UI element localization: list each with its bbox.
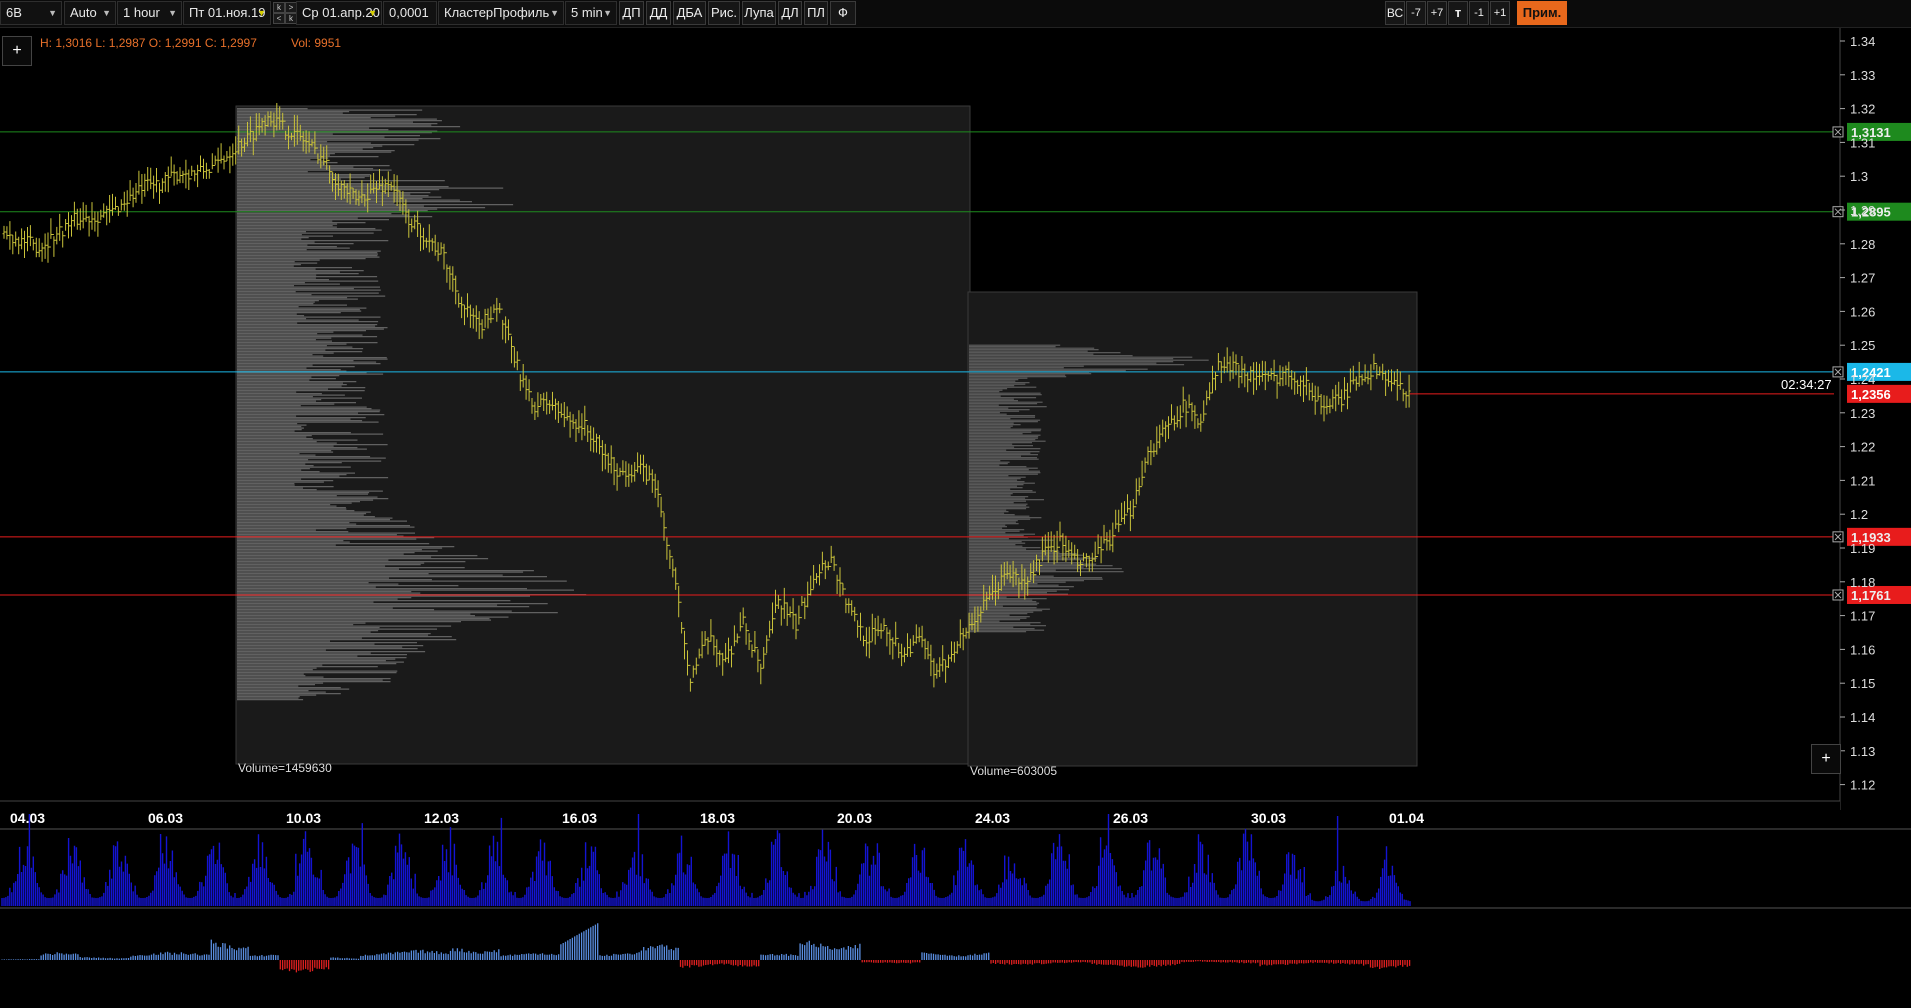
x-tick-label: 30.03 <box>1251 810 1286 826</box>
y-tick-label: 1.16 <box>1850 642 1875 657</box>
y-tick-label: 1.13 <box>1850 744 1875 759</box>
price-level-value: 1,1761 <box>1851 588 1891 603</box>
date-to-picker[interactable]: Ср 01.апр.20 ▼ <box>296 1 382 25</box>
ohlc-open: O: 1,2991 <box>148 36 202 50</box>
y-tick-label: 1.29 <box>1850 203 1875 218</box>
y-tick-label: 1.21 <box>1850 473 1875 488</box>
nav-first-button[interactable]: k <box>273 2 285 13</box>
y-tick-label: 1.17 <box>1850 609 1875 624</box>
scale-mode-select[interactable]: Auto ▼ <box>64 1 116 25</box>
y-tick-label: 1.15 <box>1850 676 1875 691</box>
volume-profile: Volume=1459630 <box>235 105 971 775</box>
timeframe-select[interactable]: 1 hour ▼ <box>117 1 182 25</box>
dl-button[interactable]: ДЛ <box>778 1 802 25</box>
delta-panel <box>1 923 1411 973</box>
instrument-select[interactable]: 6В ▼ <box>0 1 62 25</box>
x-tick-label: 16.03 <box>562 810 597 826</box>
ohlc-volume: Vol: 9951 <box>291 36 342 50</box>
plus7-button[interactable]: +7 <box>1427 1 1447 25</box>
y-tick-label: 1.27 <box>1850 271 1875 286</box>
x-tick-label: 01.04 <box>1389 810 1424 826</box>
y-tick-label: 1.14 <box>1850 710 1875 725</box>
y-tick-label: 1.2 <box>1850 507 1868 522</box>
y-tick-label: 1.19 <box>1850 541 1875 556</box>
y-tick-label: 1.25 <box>1850 338 1875 353</box>
y-tick-label: 1.24 <box>1850 372 1875 387</box>
dp-button[interactable]: ДП <box>619 1 644 25</box>
ohlc-high: H: 1,3016 <box>40 36 93 50</box>
toolbar: 6В ▼ Auto ▼ 1 hour ▼ Пт 01.ноя.19 ▼ k > < k … <box>0 0 1911 28</box>
x-tick-label: 12.03 <box>424 810 459 826</box>
nav-prev-button[interactable]: < <box>273 13 285 24</box>
delta-positive-bars <box>1 923 990 960</box>
y-tick-label: 1.34 <box>1850 34 1875 49</box>
filter-button[interactable]: Ф <box>830 1 856 25</box>
trading-app: 6В ▼ Auto ▼ 1 hour ▼ Пт 01.ноя.19 ▼ k > < k … <box>0 0 1911 1008</box>
y-tick-label: 1.18 <box>1850 575 1875 590</box>
y-tick-label: 1.32 <box>1850 102 1875 117</box>
vs-button[interactable]: ВС <box>1385 1 1405 25</box>
y-tick-label: 1.28 <box>1850 237 1875 252</box>
y-tick-label: 1.33 <box>1850 68 1875 83</box>
volume-profile: Volume=603005 <box>967 291 1418 778</box>
y-tick-label: 1.3 <box>1850 169 1868 184</box>
add-panel-button[interactable]: + <box>1811 744 1841 774</box>
add-indicator-button[interactable]: + <box>2 36 32 66</box>
x-tick-label: 04.03 <box>10 810 45 826</box>
dba-button[interactable]: ДБА <box>673 1 706 25</box>
step-input[interactable]: 0,0001 <box>383 1 437 25</box>
y-tick-label: 1.12 <box>1850 778 1875 793</box>
x-tick-label: 20.03 <box>837 810 872 826</box>
pl-button[interactable]: ПЛ <box>804 1 828 25</box>
minus1-button[interactable]: -1 <box>1469 1 1489 25</box>
time-readout: 02:34:27 <box>1781 377 1832 392</box>
ohlc-close: C: 1,2997 <box>204 36 257 50</box>
x-tick-label: 06.03 <box>148 810 183 826</box>
chart-type-select[interactable]: КластерПрофиль ▼ <box>438 1 564 25</box>
dd-button[interactable]: ДД <box>646 1 671 25</box>
chart-area[interactable]: Volume=1459630 Volume=6030051,31311,28951… <box>0 28 1911 1008</box>
delta-negative-bars <box>279 960 1411 973</box>
y-tick-label: 1.26 <box>1850 304 1875 319</box>
y-tick-label: 1.22 <box>1850 440 1875 455</box>
price-level-value: 1,2356 <box>1851 387 1891 402</box>
profile-volume-label: Volume=1459630 <box>238 761 332 775</box>
x-tick-label: 24.03 <box>975 810 1010 826</box>
date-from-picker[interactable]: Пт 01.ноя.19 ▼ <box>183 1 271 25</box>
x-tick-label: 26.03 <box>1113 810 1148 826</box>
x-tick-label: 10.03 <box>286 810 321 826</box>
x-axis-bg <box>0 801 1840 829</box>
magnifier-button[interactable]: Лупа <box>742 1 776 25</box>
x-tick-label: 18.03 <box>700 810 735 826</box>
plus1-button[interactable]: +1 <box>1490 1 1510 25</box>
ohlc-readout: H: 1,3016 L: 1,2987 O: 1,2991 C: 1,2997 <box>40 36 257 50</box>
draw-button[interactable]: Рис. <box>708 1 740 25</box>
profile-volume-label: Volume=603005 <box>970 764 1057 778</box>
y-tick-label: 1.31 <box>1850 135 1875 150</box>
apply-button[interactable]: Прим. <box>1517 1 1567 25</box>
ohlc-low: L: 1,2987 <box>95 36 146 50</box>
profile-tf-select[interactable]: 5 min ▼ <box>565 1 617 25</box>
minus7-button[interactable]: -7 <box>1406 1 1426 25</box>
y-tick-label: 1.23 <box>1850 406 1875 421</box>
t-button[interactable]: т <box>1448 1 1468 25</box>
